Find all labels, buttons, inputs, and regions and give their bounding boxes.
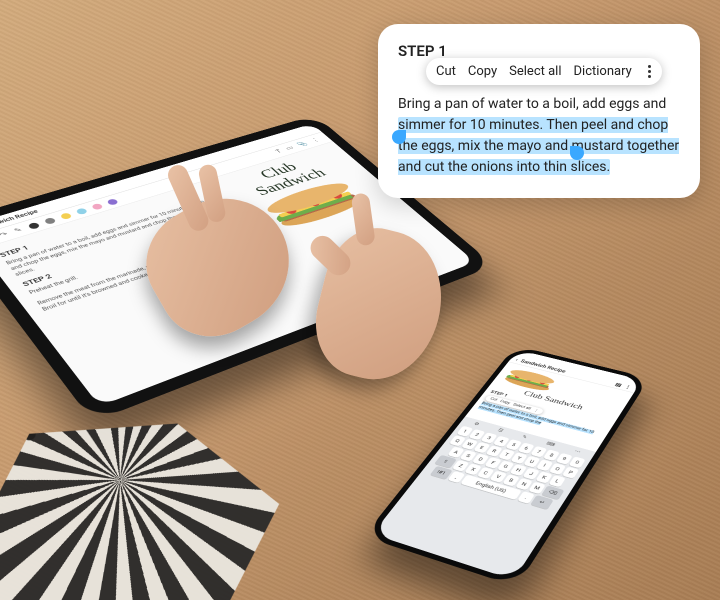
ctx-dictionary[interactable]: Dictionary [574,64,632,79]
color-swatch[interactable] [90,203,103,211]
reader-icon[interactable]: ▤ [614,382,623,388]
ctx-copy[interactable]: Copy [468,64,497,79]
color-swatch[interactable] [59,212,72,220]
key[interactable]: ✎ [521,434,528,439]
color-swatch[interactable] [43,217,56,225]
pen-icon[interactable]: ✎ [13,227,24,234]
key[interactable]: ⋯ [573,449,581,455]
color-swatch[interactable] [27,222,40,230]
color-swatch[interactable] [75,207,88,215]
ctx-cut[interactable]: Cut [489,397,498,402]
ctx-select-all[interactable]: Select all [509,64,561,79]
selection-handle-start[interactable] [392,130,406,144]
more-icon[interactable]: ⋮ [310,137,321,143]
more-icon[interactable] [648,65,652,78]
key[interactable]: ⌨ [545,441,556,447]
phone-device: ‹ Sandwich Recipe ▤ ⋮ Club Sandwich [436,292,656,592]
selection-popover: STEP 1 Cut Copy Select all Dictionary Br… [378,24,700,198]
selection-handle-end[interactable] [570,146,584,160]
redo-icon[interactable]: ↷ [0,231,10,238]
more-icon[interactable]: ⋮ [624,384,633,390]
text-tool-icon[interactable]: T [274,149,283,155]
key[interactable]: ⚙ [473,421,481,426]
ctx-copy[interactable]: Copy [499,399,511,405]
color-swatch[interactable] [106,198,119,206]
ctx-cut[interactable]: Cut [436,64,456,79]
popover-text[interactable]: Bring a pan of water to a boil, add eggs… [398,94,680,178]
image-tool-icon[interactable]: ▭ [284,145,295,151]
key[interactable]: ☰ [497,428,505,433]
more-icon[interactable]: ⋮ [533,408,540,413]
attach-icon[interactable]: 📎 [296,141,309,148]
back-icon[interactable]: ‹ [514,357,519,362]
context-menu[interactable]: Cut Copy Select all Dictionary [426,58,662,85]
